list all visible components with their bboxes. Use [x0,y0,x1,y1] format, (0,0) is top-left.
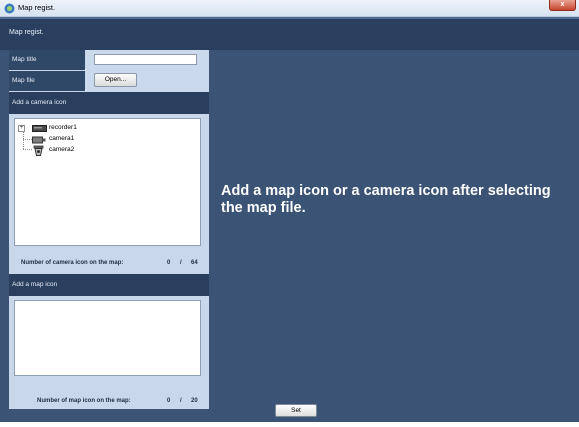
window-title: Map regist. [18,3,56,12]
map-icon-count-row: Number of map icon on the map: 0 / 20 [9,395,209,409]
map-title-row: Map title [9,50,209,70]
camera-count-current: 0 [167,260,171,266]
map-icon-list[interactable] [14,300,201,376]
camera-count-row: Number of camera icon on the map: 0 / 64 [9,257,209,271]
map-file-row: Map file Open... [9,71,209,91]
close-button[interactable]: x [549,0,576,11]
map-title-input[interactable] [94,54,197,65]
recorder-icon [32,125,47,132]
map-icon-section-header: Add a map icon [9,274,209,296]
tree-item-label: camera2 [49,146,75,153]
close-icon: x [560,1,565,8]
header-bar: Map regist. [0,17,579,50]
camera-section-header: Add a camera icon [9,92,209,114]
camera-tree[interactable]: + recorder1 camera1 camera2 [14,118,201,246]
set-button[interactable]: Set [275,404,317,417]
map-icon-count-current: 0 [167,398,171,404]
tree-connector [23,139,32,140]
map-icon-count-max: 20 [191,398,198,404]
camera-count-label: Number of camera icon on the map: [21,260,124,266]
map-title-label: Map title [9,50,85,70]
app-icon [4,3,15,14]
expand-icon[interactable]: + [18,125,25,132]
camera-count-separator: / [180,260,182,266]
left-panel: Map title Map file Open... Add a camera … [9,50,209,409]
tree-item-label: recorder1 [49,124,77,131]
map-file-cell: Open... [86,71,209,91]
instruction-message: Add a map icon or a camera icon after se… [221,183,551,216]
map-title-cell [86,50,209,70]
map-icon-count-label: Number of map icon on the map: [37,398,131,404]
camera-count-max: 64 [191,260,198,266]
tree-connector [23,149,32,150]
title-bar[interactable]: Map regist. x [0,0,579,17]
map-icon-count-separator: / [180,398,182,404]
box-camera-icon [32,136,46,144]
dome-camera-icon [33,145,44,156]
page-title: Map regist. [9,29,44,36]
tree-item-label: camera1 [49,135,75,142]
open-button[interactable]: Open... [94,73,137,87]
map-file-label: Map file [9,71,85,91]
main-area: Map regist. Map title Map file Open... A… [0,17,579,422]
window-bottom-edge [0,422,579,427]
map-regist-window: Map regist. x Map regist. Map title Map … [0,0,579,427]
